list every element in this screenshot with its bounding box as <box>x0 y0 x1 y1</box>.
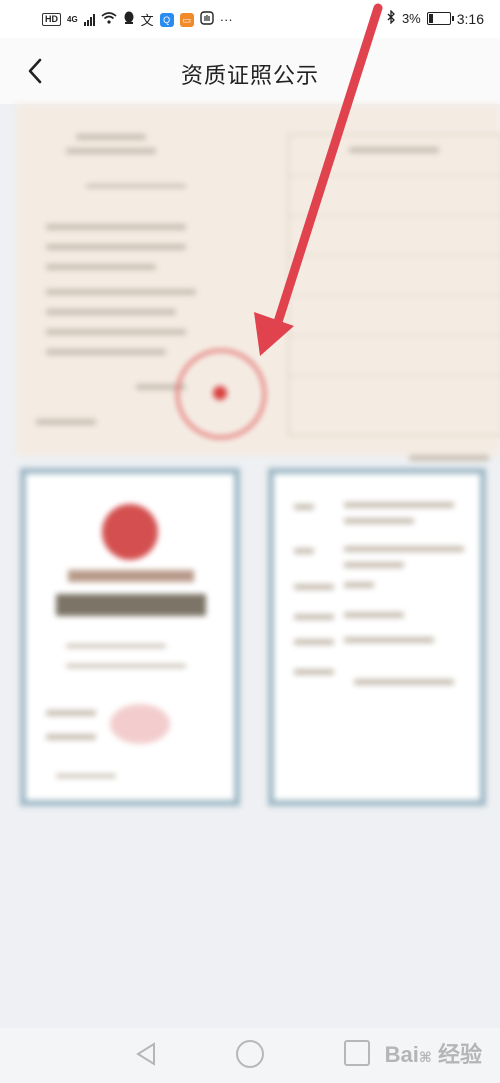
clock: 3:16 <box>456 10 484 27</box>
home-circle-icon[interactable] <box>236 1040 264 1068</box>
license-table <box>288 134 500 461</box>
status-bar: HD 4G 文 Q ▭ ··· 3% 3:16 <box>0 0 500 38</box>
qq-icon <box>123 11 135 28</box>
hd-icon: HD <box>42 13 61 26</box>
back-triangle-icon[interactable] <box>132 1040 160 1068</box>
translate-icon: 文 <box>140 13 154 28</box>
certificate-details-image[interactable] <box>268 468 486 806</box>
wifi-icon <box>101 12 117 27</box>
license-certificate-image[interactable] <box>16 104 500 461</box>
news-app-icon: ▭ <box>179 12 194 27</box>
watermark-logo: Bai⌘ 经验 <box>384 1042 482 1067</box>
page-header: 资质证照公示 <box>0 38 500 104</box>
registration-certificate-image[interactable] <box>20 468 240 806</box>
system-nav-bar: Bai⌘ 经验 <box>0 1028 500 1083</box>
page-title: 资质证照公示 <box>180 63 319 88</box>
hand-icon <box>199 11 214 28</box>
search-app-icon: Q <box>159 12 174 27</box>
status-left: HD 4G 文 Q ▭ ··· <box>42 10 233 29</box>
national-emblem <box>102 504 158 560</box>
battery-icon <box>426 12 454 25</box>
recents-square-icon[interactable] <box>344 1040 370 1066</box>
red-seal <box>176 349 266 439</box>
battery-percent: 3% <box>401 11 421 26</box>
status-right: 3% 3:16 <box>386 9 484 27</box>
certificate-gallery <box>0 104 500 806</box>
network-type: 4G <box>67 15 78 24</box>
signal-icon <box>83 13 95 26</box>
more-icon: ··· <box>219 12 233 27</box>
bluetooth-icon <box>386 9 396 27</box>
